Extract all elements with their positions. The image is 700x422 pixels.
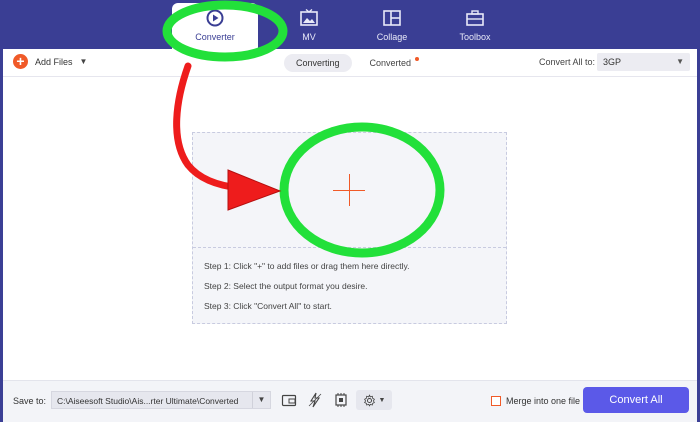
chevron-down-icon[interactable]: ▼: [252, 392, 270, 408]
tab-label: Toolbox: [459, 32, 491, 42]
play-circle-icon: [206, 9, 224, 27]
tab-converting[interactable]: Converting: [284, 54, 352, 72]
save-path-select[interactable]: C:\Aiseesoft Studio\Ais...rter Ultimate\…: [51, 391, 271, 409]
tab-converted-label: Converted: [369, 58, 412, 68]
step-3: Step 3: Click "Convert All" to start.: [204, 301, 332, 311]
gear-icon: [363, 393, 375, 407]
format-select[interactable]: 3GP ▼: [597, 53, 690, 71]
save-path-value: C:\Aiseesoft Studio\Ais...rter Ultimate\…: [57, 396, 239, 406]
chevron-down-icon[interactable]: ▼: [80, 57, 88, 66]
step-2: Step 2: Select the output format you des…: [204, 281, 368, 291]
open-folder-button[interactable]: [279, 390, 299, 410]
convert-all-button[interactable]: Convert All: [583, 387, 689, 413]
tab-label: MV: [302, 32, 316, 42]
tab-converter[interactable]: Converter: [172, 3, 258, 49]
instructions: Step 1: Click "+" to add files or drag t…: [204, 261, 410, 321]
tab-collage[interactable]: Collage: [349, 0, 435, 49]
notification-dot-icon: [415, 57, 420, 61]
top-nav: Converter MV Collage Toolbox: [0, 0, 700, 49]
status-tabs: Converting Converted: [284, 54, 429, 72]
chip-off-icon: [335, 393, 347, 407]
chevron-down-icon: ▼: [378, 396, 386, 404]
add-files-button[interactable]: + Add Files ▼: [13, 54, 87, 69]
hardware-accel-button[interactable]: [305, 390, 325, 410]
tab-converted[interactable]: Converted: [358, 54, 424, 72]
merge-label: Merge into one file: [506, 396, 581, 406]
drop-zone: Step 1: Click "+" to add files or drag t…: [192, 132, 507, 324]
add-file-area[interactable]: [193, 133, 506, 248]
toolbox-icon: [466, 10, 484, 26]
merge-checkbox[interactable]: Merge into one file: [491, 396, 580, 406]
tab-mv[interactable]: MV: [266, 0, 352, 49]
add-files-label: Add Files: [35, 56, 73, 67]
plus-icon-stroke: [349, 174, 350, 206]
tv-image-icon: [300, 9, 318, 26]
bottom-bar: Save to: C:\Aiseesoft Studio\Ais...rter …: [3, 380, 697, 422]
converter-panel: + Add Files ▼ Converting Converted Conve…: [3, 49, 697, 422]
tab-label: Collage: [376, 32, 408, 42]
toolbar: + Add Files ▼ Converting Converted Conve…: [3, 49, 697, 77]
lightning-off-icon: [308, 392, 322, 408]
tab-toolbox[interactable]: Toolbox: [432, 0, 518, 49]
plus-icon: +: [13, 54, 28, 69]
step-1: Step 1: Click "+" to add files or drag t…: [204, 261, 410, 271]
format-value: 3GP: [603, 57, 622, 67]
folder-icon: [281, 394, 297, 407]
collage-grid-icon: [383, 10, 401, 26]
chevron-down-icon: ▼: [676, 57, 684, 66]
convert-all-to-label: Convert All to:: [539, 57, 596, 67]
checkbox-icon[interactable]: [491, 396, 501, 406]
gpu-accel-button[interactable]: [331, 390, 351, 410]
tab-label: Converter: [195, 32, 235, 42]
save-to-label: Save to:: [13, 396, 47, 406]
settings-button[interactable]: ▼: [356, 390, 392, 410]
